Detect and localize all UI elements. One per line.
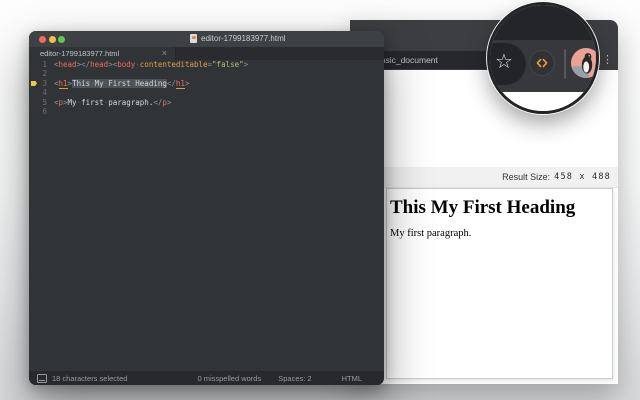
browser-content: Result Size: 458 x 488 This My First Hea… [350,70,618,384]
code-token: > [185,79,190,88]
magnifier-circle: ☆ [487,2,599,114]
code-token: This [72,79,90,88]
code-line[interactable]: 2 [29,69,384,79]
rendered-paragraph: My first paragraph. [390,228,612,239]
bookmark-star-icon[interactable]: ☆ [493,51,515,73]
code-token: < [54,79,59,88]
magnified-tabstrip [490,5,596,40]
result-iframe: This My First Heading My first paragraph… [386,188,613,379]
code-line[interactable]: 4 [29,88,384,98]
penguin-icon [571,48,599,78]
code-token: First [108,79,131,88]
editor-titlebar[interactable]: editor-1799183977.html [29,31,384,47]
code-token: head [90,60,108,69]
window-title-group: editor-1799183977.html [190,34,286,43]
profile-avatar[interactable] [571,48,599,78]
result-size-value: 458 x 488 [554,172,611,182]
code-token: ></ [77,60,91,69]
window-title: editor-1799183977.html [201,34,286,43]
result-size-label: Result Size: [502,172,550,182]
editor-statusbar: 18 characters selected 0 misspelled word… [29,371,384,385]
minimize-window-button[interactable] [49,36,56,43]
status-indentation[interactable]: Spaces: 2 [278,374,311,383]
bookmark-icon [31,81,37,87]
zoom-window-button[interactable] [58,36,65,43]
code-token: Heading [135,79,167,88]
code-token: "false" [212,60,244,69]
tab-editor-file[interactable]: editor-1799183977.html × [29,47,176,60]
line-number[interactable]: 6 [29,107,54,117]
code-token: head [59,60,77,69]
browser-menu-icon[interactable]: ⋮ [602,53,613,67]
selection-panel-icon[interactable] [37,374,47,383]
code-token: · [90,79,95,88]
line-number[interactable]: 4 [29,88,54,98]
traffic-lights [39,36,65,43]
code-line[interactable]: 1<head></head><body·contenteditable="fal… [29,60,384,70]
code-line[interactable]: 6 [29,107,384,117]
line-number[interactable]: 2 [29,69,54,79]
code-text: <h1>This·My·First·Heading</h1> [54,79,189,89]
editor-tabbar: editor-1799183977.html × [29,47,384,60]
code-token: My [68,98,77,107]
close-window-button[interactable] [39,36,46,43]
code-line[interactable]: 5<p>My·first·paragraph.</p> [29,98,384,108]
status-selection: 18 characters selected [52,374,127,383]
extension-button[interactable] [529,50,555,76]
code-token: first [81,98,104,107]
status-misspelled[interactable]: 0 misspelled words [197,374,261,383]
code-line[interactable]: 3<h1>This·My·First·Heading</h1> [29,79,384,89]
code-text: <head></head><body·contenteditable="fals… [54,60,248,70]
code-token: body [117,60,135,69]
rendered-heading: This My First Heading [390,197,612,219]
code-token: </ [167,79,176,88]
document-icon [190,34,197,43]
code-token: My [95,79,104,88]
code-token: contenteditable [140,60,208,69]
code-token: h1 [59,79,68,89]
code-lines[interactable]: 1<head></head><body·contenteditable="fal… [29,60,384,372]
status-syntax[interactable]: HTML [342,374,362,383]
tab-title: editor-1799183977.html [29,49,119,58]
address-text[interactable]: basic_document [376,55,438,65]
code-text: <p>My·first·paragraph.</p> [54,98,171,108]
line-number[interactable]: 1 [29,60,54,70]
tab-close-icon[interactable]: × [162,48,167,59]
result-size-bar: Result Size: 458 x 488 [350,167,618,188]
code-brackets-icon [535,56,549,70]
code-token: >< [108,60,117,69]
magnified-page [490,92,596,111]
editor-window: editor-1799183977.html editor-1799183977… [29,31,384,385]
code-token: paragraph. [108,98,153,107]
code-token: > [167,98,172,107]
line-number[interactable]: 3 [29,79,54,89]
line-number[interactable]: 5 [29,98,54,108]
code-token: h1 [176,79,185,89]
toolbar-separator [564,49,566,79]
code-token: > [244,60,249,69]
